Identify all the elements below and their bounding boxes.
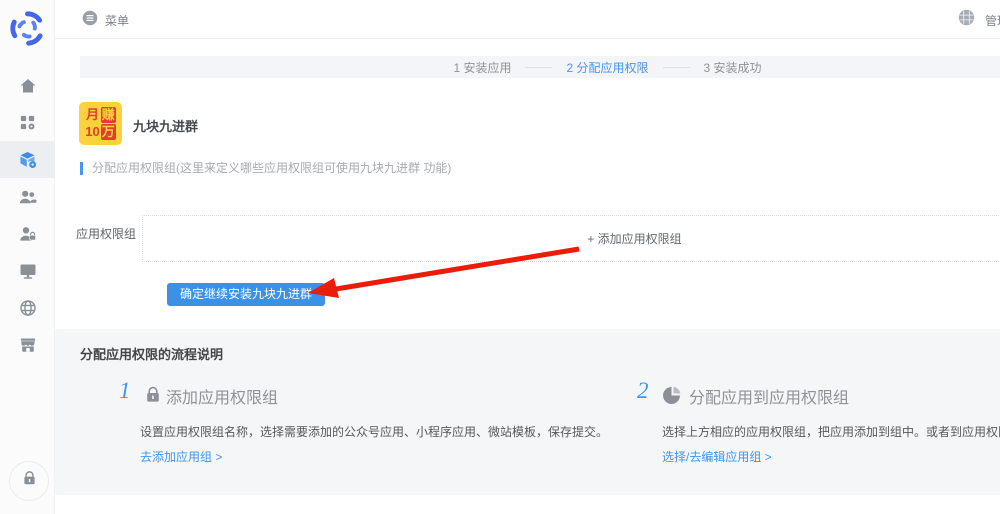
- pie-chart-icon: [662, 385, 682, 410]
- sidebar: [0, 0, 55, 514]
- brand-logo[interactable]: [8, 9, 47, 48]
- sidebar-item-home[interactable]: [0, 67, 55, 104]
- users-icon: [18, 187, 38, 207]
- process-instructions: 分配应用权限的流程说明 1 添加应用权限组 设置应用权限组名称，选择需要添加的公…: [55, 329, 1000, 495]
- app-icon-char: 月: [85, 107, 99, 123]
- step-install-app: 1 安装应用: [453, 59, 511, 76]
- app-icon-char: 万: [101, 124, 116, 140]
- add-permission-group-button[interactable]: + 添加应用权限组: [587, 230, 681, 247]
- process-step1-number: 1: [119, 378, 131, 404]
- sidebar-item-monitor[interactable]: [0, 252, 55, 289]
- menu-button[interactable]: 菜单: [82, 10, 129, 31]
- section-subtitle: 分配应用权限组(这里来定义哪些应用权限组可使用九块九进群 功能): [80, 162, 451, 175]
- sidebar-item-site[interactable]: [0, 289, 55, 326]
- sidebar-nav: [0, 67, 55, 363]
- permission-group-label: 应用权限组: [76, 225, 136, 242]
- app-store-icon: [18, 150, 38, 170]
- topbar: 菜单 管理: [55, 0, 1000, 39]
- sidebar-item-app-store[interactable]: [0, 141, 55, 178]
- step-divider: [663, 67, 690, 68]
- user-name-fragment: 管理: [985, 12, 1000, 29]
- permission-group-dropzone: + 添加应用权限组: [142, 215, 1000, 262]
- app-name: 九块九进群: [133, 116, 198, 135]
- process-step2-desc: 选择上方相应的应用权限组，把应用添加到组中。或者到应用权限中编辑应用组。: [662, 423, 1000, 440]
- process-title: 分配应用权限的流程说明: [80, 344, 223, 363]
- app-icon: 月赚10万: [79, 102, 122, 145]
- home-icon: [18, 76, 38, 96]
- select-edit-app-group-link[interactable]: 选择/去编辑应用组 >: [662, 448, 772, 465]
- app-icon-char: 10: [85, 124, 99, 140]
- avatar-icon: [958, 9, 975, 31]
- sidebar-item-user-permission[interactable]: [0, 215, 55, 252]
- step-assign-permission: 2 分配应用权限: [566, 59, 648, 76]
- process-step2-title: 分配应用到应用权限组: [689, 384, 849, 408]
- process-step1-desc: 设置应用权限组名称，选择需要添加的公众号应用、小程序应用、微站模板，保存提交。: [140, 423, 608, 440]
- confirm-install-button[interactable]: 确定继续安装九块九进群: [167, 283, 325, 306]
- user-lock-icon: [18, 224, 38, 244]
- sidebar-item-apps[interactable]: [0, 104, 55, 141]
- monitor-icon: [18, 261, 38, 281]
- swirl-logo-icon: [8, 35, 47, 52]
- screen-lock-button[interactable]: [9, 461, 49, 501]
- globe-icon: [18, 298, 38, 318]
- sidebar-item-users[interactable]: [0, 178, 55, 215]
- step-divider: [525, 67, 552, 68]
- apps-grid-icon: [18, 113, 37, 132]
- install-stepper: 1 安装应用 2 分配应用权限 3 安装成功: [80, 56, 1000, 78]
- step-install-success: 3 安装成功: [704, 59, 762, 76]
- hamburger-circle-icon: [82, 10, 98, 31]
- go-add-app-group-link[interactable]: 去添加应用组 >: [140, 448, 222, 465]
- process-step1-title: 添加应用权限组: [166, 384, 278, 408]
- menu-label: 菜单: [105, 12, 129, 29]
- lock-icon: [143, 385, 163, 410]
- user-account[interactable]: 管理: [958, 9, 1000, 31]
- shop-icon: [18, 335, 38, 355]
- app-icon-char: 赚: [101, 107, 116, 123]
- sidebar-item-shop[interactable]: [0, 326, 55, 363]
- process-step2-number: 2: [637, 378, 649, 404]
- lock-icon: [20, 469, 39, 493]
